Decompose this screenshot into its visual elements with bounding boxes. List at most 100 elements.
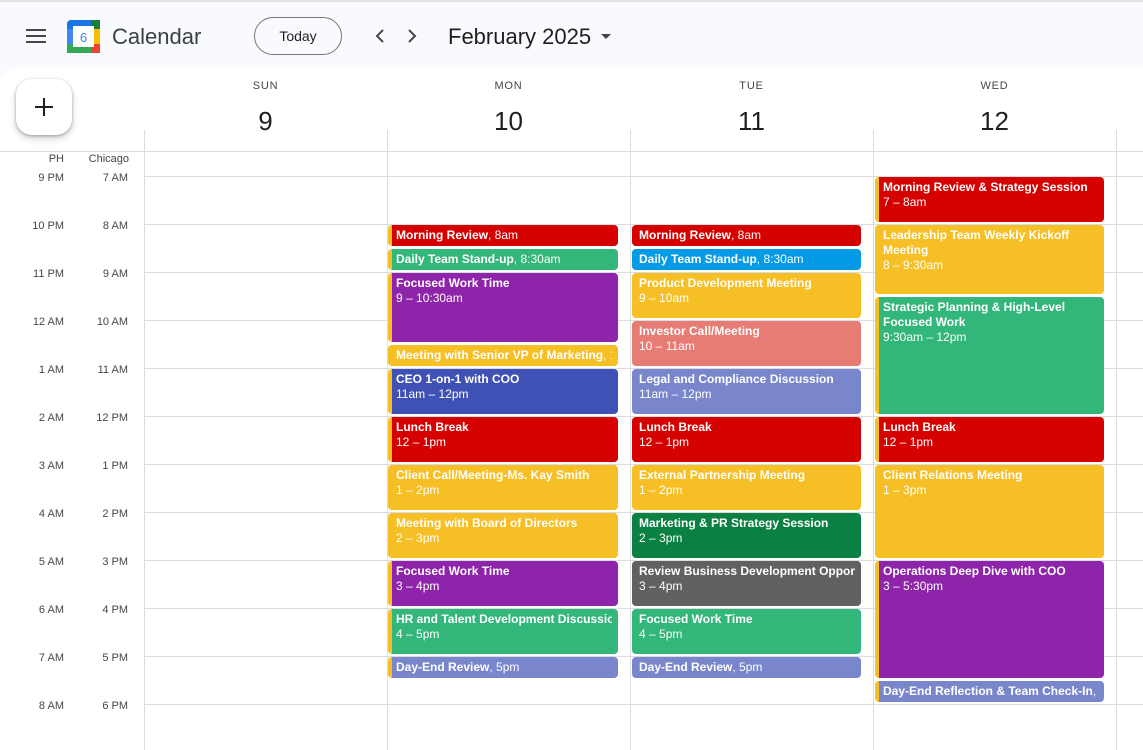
event-title: HR and Talent Development Discussion (396, 612, 612, 626)
event-time: 3 – 4pm (639, 579, 683, 593)
event-wed-3[interactable]: Strategic Planning & High-Level Focused … (875, 297, 1104, 414)
event-title: Strategic Planning & High-Level Focused … (883, 300, 1066, 329)
event-title: Focused Work Time (639, 612, 753, 626)
event-time: 1 – 3pm (883, 483, 927, 497)
time-label-primary: 2 AM (38, 412, 64, 424)
event-tue-5[interactable]: Legal and Compliance Discussion 11am – 12… (632, 369, 861, 414)
time-label-primary: 5 AM (38, 556, 64, 568)
day-header-wed[interactable]: WED 12 (873, 79, 1116, 137)
month-picker[interactable]: February 2025 (448, 23, 612, 51)
event-time: 12 – 1pm (396, 435, 447, 449)
chevron-left-icon (375, 29, 384, 43)
event-time: , 5pm (489, 660, 520, 674)
day-number[interactable]: 10 (387, 105, 630, 137)
time-label-secondary: 4 PM (102, 604, 128, 616)
event-tue-10[interactable]: Focused Work Time 4 – 5pm (632, 609, 861, 654)
event-time: 2 – 3pm (396, 531, 440, 545)
day-header-sun[interactable]: SUN 9 (144, 79, 387, 137)
event-time: 9 – 10:30am (396, 291, 463, 305)
event-mon-10[interactable]: HR and Talent Development Discussion 4 – … (388, 609, 618, 654)
event-wed-2[interactable]: Leadership Team Weekly Kickoff Meeting 8 … (875, 225, 1104, 294)
timezone-primary-label[interactable]: PH (30, 153, 64, 165)
event-tue-9[interactable]: Review Business Development Opportunitie… (632, 561, 861, 606)
event-title: Operations Deep Dive with COO (883, 564, 1066, 578)
event-mon-4[interactable]: Meeting with Senior VP of Marketing, 10:… (388, 345, 618, 366)
day-header-tue[interactable]: TUE 11 (630, 79, 873, 137)
event-mon-7[interactable]: Client Call/Meeting-Ms. Kay Smith 1 – 2pm (388, 465, 618, 510)
day-number[interactable]: 11 (630, 105, 873, 137)
event-time: 1 – 2pm (639, 483, 683, 497)
event-mon-5[interactable]: CEO 1-on-1 with COO 11am – 12pm (388, 369, 618, 414)
event-wed-5[interactable]: Client Relations Meeting 1 – 3pm (875, 465, 1104, 558)
event-wed-7[interactable]: Day-End Reflection & Team Check-In, 5:30… (875, 681, 1104, 702)
event-time: , 8am (731, 228, 762, 242)
time-label-primary: 10 PM (32, 220, 64, 232)
event-tue-4[interactable]: Investor Call/Meeting 10 – 11am (632, 321, 861, 366)
header-divider (387, 130, 388, 151)
event-time: , 5pm (732, 660, 763, 674)
event-title: Product Development Meeting (639, 276, 812, 290)
header-bottom-border (0, 151, 1143, 152)
time-label-primary: 3 AM (38, 460, 64, 472)
event-title: Morning Review, 8am (396, 228, 519, 242)
event-wed-6[interactable]: Operations Deep Dive with COO 3 – 5:30pm (875, 561, 1104, 678)
event-mon-3[interactable]: Focused Work Time 9 – 10:30am (388, 273, 618, 342)
time-label-secondary: 11 AM (97, 364, 128, 376)
event-tue-7[interactable]: External Partnership Meeting 1 – 2pm (632, 465, 861, 510)
day-number[interactable]: 9 (144, 105, 387, 137)
event-title: Marketing & PR Strategy Session (639, 516, 829, 530)
event-mon-11[interactable]: Day-End Review, 5pm (388, 657, 618, 678)
event-title: Investor Call/Meeting (639, 324, 760, 338)
time-label-secondary: 9 AM (102, 268, 128, 280)
event-mon-6[interactable]: Lunch Break 12 – 1pm (388, 417, 618, 462)
event-title: Morning Review & Strategy Session (883, 180, 1088, 194)
header-divider (144, 130, 145, 151)
event-wed-4[interactable]: Lunch Break 12 – 1pm (875, 417, 1104, 462)
time-label-secondary: 6 PM (102, 700, 128, 712)
calendar-logo-icon[interactable]: 6 (67, 20, 100, 53)
event-tue-11[interactable]: Day-End Review, 5pm (632, 657, 861, 678)
event-tue-8[interactable]: Marketing & PR Strategy Session 2 – 3pm (632, 513, 861, 558)
header-divider (873, 130, 874, 151)
event-mon-8[interactable]: Meeting with Board of Directors 2 – 3pm (388, 513, 618, 558)
time-label-primary: 11 PM (33, 268, 64, 280)
day-header-mon[interactable]: MON 10 (387, 79, 630, 137)
event-time: 3 – 4pm (396, 579, 440, 593)
event-time: , 8am (488, 228, 519, 242)
event-tue-1[interactable]: Morning Review, 8am (632, 225, 861, 246)
month-label: February 2025 (448, 24, 592, 49)
time-label-primary: 12 AM (32, 316, 64, 328)
event-mon-9[interactable]: Focused Work Time 3 – 4pm (388, 561, 618, 606)
time-label-primary: 7 AM (38, 652, 64, 664)
app-title: Calendar (112, 24, 202, 49)
day-column-divider (144, 152, 145, 750)
top-app-bar: 6 Calendar Today February 2025 (0, 0, 1143, 70)
time-label-secondary: 5 PM (102, 652, 128, 664)
event-time: 12 – 1pm (639, 435, 690, 449)
day-column-divider (873, 152, 874, 750)
event-title: Day-End Reflection & Team Check-In, 5:30… (883, 684, 1098, 699)
event-mon-2[interactable]: Daily Team Stand-up, 8:30am (388, 249, 618, 270)
day-name: SUN (252, 80, 279, 92)
event-time: , 5:30pm (1092, 684, 1098, 698)
event-tue-3[interactable]: Product Development Meeting 9 – 10am (632, 273, 861, 318)
dropdown-arrow-icon (601, 34, 612, 39)
event-mon-1[interactable]: Morning Review, 8am (388, 225, 618, 246)
next-week-button[interactable] (396, 20, 428, 52)
day-name: WED (980, 80, 1009, 92)
header-divider (630, 130, 631, 151)
event-tue-6[interactable]: Lunch Break 12 – 1pm (632, 417, 861, 462)
event-title: External Partnership Meeting (639, 468, 806, 482)
event-wed-1[interactable]: Morning Review & Strategy Session 7 – 8am (875, 177, 1104, 222)
event-time: 4 – 5pm (396, 627, 440, 641)
previous-week-button[interactable] (364, 20, 396, 52)
create-event-button[interactable] (16, 79, 72, 135)
event-time: , 8:30am (756, 252, 804, 266)
day-number[interactable]: 12 (873, 105, 1116, 137)
timezone-secondary-label[interactable]: Chicago (74, 153, 129, 165)
event-tue-2[interactable]: Daily Team Stand-up, 8:30am (632, 249, 861, 270)
main-menu-button[interactable] (18, 18, 54, 54)
event-time: 3 – 5:30pm (883, 579, 944, 593)
today-button[interactable]: Today (254, 17, 342, 55)
day-name: MON (494, 80, 523, 92)
